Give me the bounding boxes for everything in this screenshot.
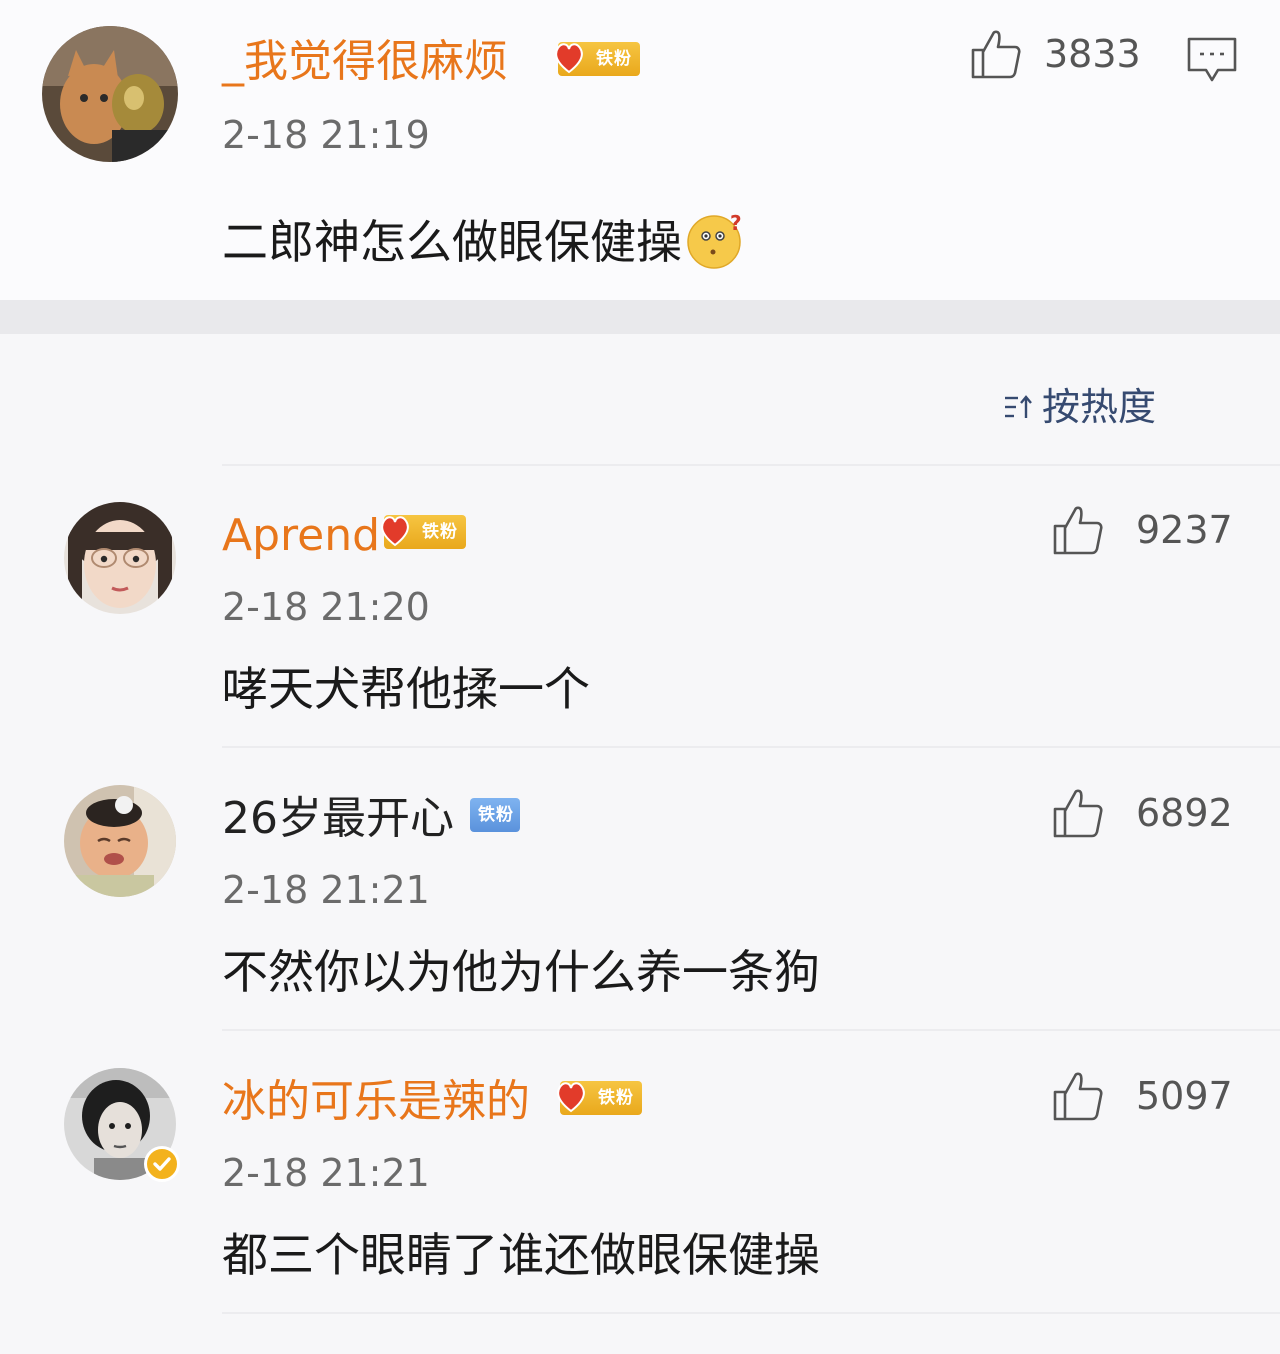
comment-icon[interactable]: [1186, 36, 1238, 84]
fan-badge: 铁粉: [557, 1081, 642, 1115]
svg-text:?: ?: [730, 211, 742, 235]
badge-label: 铁粉: [422, 522, 458, 542]
verified-icon: [144, 1146, 180, 1182]
fan-badge: 铁粉: [470, 798, 520, 832]
like-count: 5097: [1136, 1074, 1233, 1118]
like-count: 3833: [1044, 32, 1141, 76]
avatar[interactable]: [64, 502, 176, 614]
fan-badge: 铁粉: [381, 515, 466, 549]
thumbs-up-icon: [1053, 789, 1103, 838]
like-button[interactable]: 6892: [1052, 787, 1233, 839]
comment-timestamp: 2-18 21:21: [222, 868, 430, 912]
avatar[interactable]: [42, 26, 178, 162]
divider: [222, 1312, 1280, 1314]
comment-timestamp: 2-18 21:21: [222, 1151, 430, 1195]
thumbs-up-icon: [971, 30, 1021, 79]
sort-label: 按热度: [1042, 385, 1157, 429]
badge-label: 铁粉: [596, 49, 632, 69]
fan-badge: 铁粉: [555, 42, 640, 76]
thumbs-up-icon: [1053, 1072, 1103, 1121]
like-button[interactable]: 5097: [1052, 1070, 1233, 1122]
thumbs-up-icon: [1053, 506, 1103, 555]
sort-icon: [1005, 395, 1032, 418]
comment-content: 哮天犬帮他揉一个: [222, 662, 590, 716]
comment-content: 都三个眼睛了谁还做眼保健操: [222, 1228, 820, 1282]
divider: [222, 1029, 1280, 1031]
divider: [222, 746, 1280, 748]
post-timestamp: 2-18 21:19: [222, 113, 430, 157]
like-count: 9237: [1136, 508, 1233, 552]
badge-label: 铁粉: [598, 1088, 634, 1108]
section-divider: [0, 300, 1280, 334]
like-count: 6892: [1136, 791, 1233, 835]
badge-label: 铁粉: [478, 805, 514, 825]
heart-icon: [555, 43, 583, 74]
comment-content: 不然你以为他为什么养一条狗: [222, 945, 820, 999]
post-content: 二郎神怎么做眼保健操 ?: [222, 210, 746, 270]
heart-icon: [557, 1082, 585, 1113]
like-button[interactable]: 9237: [1052, 504, 1233, 556]
post-content-text: 二郎神怎么做眼保健操: [222, 215, 682, 269]
avatar[interactable]: [64, 785, 176, 897]
comment-username[interactable]: 冰的可乐是辣的: [222, 1080, 530, 1124]
sort-toggle[interactable]: 按热度: [1002, 388, 1156, 426]
comment-username[interactable]: 26岁最开心: [222, 797, 454, 841]
comment-username[interactable]: Aprend: [222, 514, 380, 558]
comment-timestamp: 2-18 21:20: [222, 585, 430, 629]
main-post: _我觉得很麻烦 铁粉 2-18 21:19 二郎神怎么做眼保健操 ? 3833: [0, 0, 1280, 300]
thinking-face-emoji: ?: [687, 211, 742, 269]
heart-icon: [381, 516, 409, 547]
like-button[interactable]: 3833: [970, 28, 1141, 80]
divider: [222, 464, 1280, 466]
post-username[interactable]: _我觉得很麻烦: [222, 40, 508, 84]
